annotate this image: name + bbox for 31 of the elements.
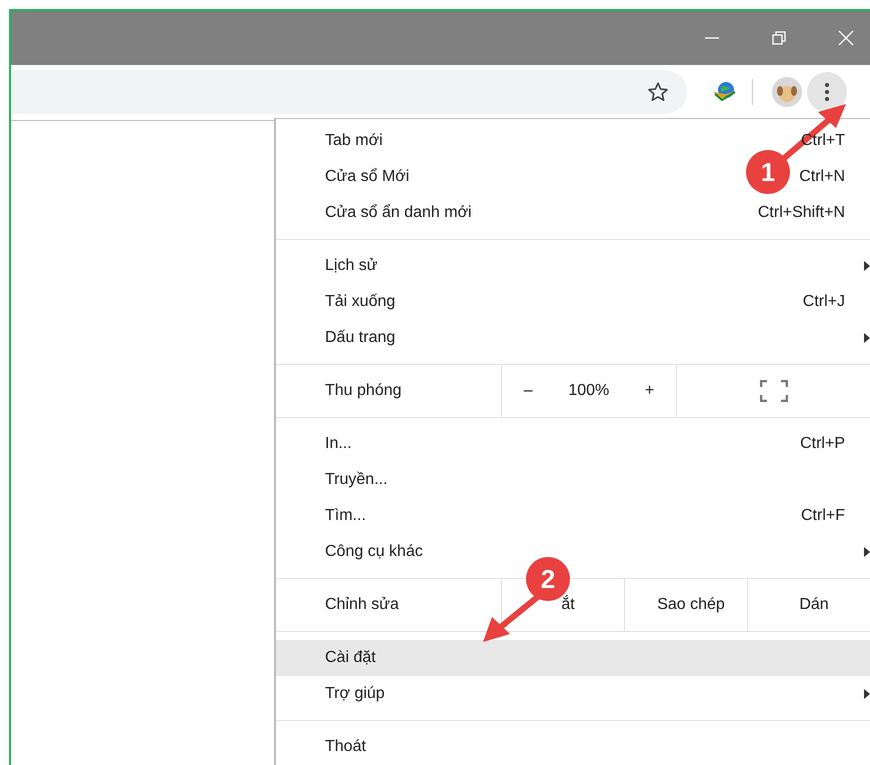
restore-icon[interactable] — [771, 30, 787, 46]
globe-icon[interactable] — [711, 80, 737, 104]
menu-item[interactable]: Công cụ khác — [325, 543, 423, 561]
menu-button[interactable] — [807, 72, 847, 112]
star-icon[interactable] — [647, 80, 669, 102]
fullscreen-icon[interactable] — [760, 380, 788, 402]
menu-item[interactable]: Tải xuống — [325, 293, 396, 311]
menu-item[interactable]: Dấu trang — [325, 329, 396, 347]
menu-item[interactable]: Trợ giúp — [325, 685, 385, 703]
menu-item[interactable]: Cửa sổ ẩn danh mới — [325, 204, 472, 222]
menu-item[interactable]: Tab mới — [325, 132, 383, 150]
zoom-out-button[interactable]: – — [516, 378, 541, 404]
menu-item[interactable]: Cài đặt — [276, 640, 870, 676]
edit-label: Chỉnh sửa — [324, 595, 400, 615]
shortcut-text: Ctrl+N — [799, 168, 845, 186]
shortcut-text: Ctrl+P — [800, 435, 845, 453]
menu-item[interactable]: Truyền... — [325, 471, 388, 489]
menu-item[interactable]: Thoát — [325, 738, 366, 756]
avatar-icon[interactable] — [772, 76, 802, 106]
menu-icon — [825, 82, 829, 100]
shortcut-text: Ctrl+F — [801, 507, 845, 525]
shortcut-text: Ctrl+J — [802, 293, 845, 311]
zoom-in-button[interactable]: + — [636, 378, 662, 404]
zoom-value: 100% — [568, 382, 610, 400]
menu-item[interactable]: Lịch sử — [325, 257, 378, 275]
menu-item[interactable]: Cửa sổ Mới — [325, 168, 410, 186]
menu-item[interactable]: In... — [325, 435, 352, 453]
close-icon[interactable] — [838, 30, 854, 46]
zoom-label: Thu phóng — [324, 381, 403, 401]
menu-item[interactable]: Tìm... — [325, 507, 366, 525]
shortcut-text: Ctrl+Shift+N — [758, 204, 845, 222]
